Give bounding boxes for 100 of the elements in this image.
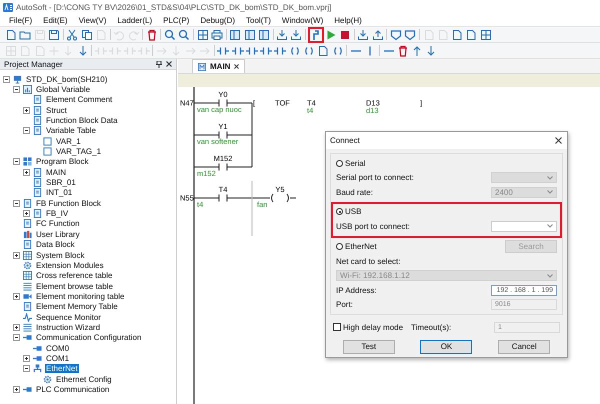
close-icon[interactable] xyxy=(555,137,562,144)
search-icon[interactable] xyxy=(178,28,190,40)
tree-toggle-icon[interactable] xyxy=(23,354,30,362)
tree-item[interactable]: PLC Communication xyxy=(35,384,110,394)
tree-item[interactable]: FC Function xyxy=(35,219,81,228)
tree-item[interactable]: Element monitoring table xyxy=(35,292,126,301)
dialog-button[interactable]: Cancel xyxy=(498,340,550,354)
pin-icon[interactable] xyxy=(156,60,162,68)
tree-item[interactable]: Struct xyxy=(45,106,68,115)
editor-tab[interactable]: MAIN xyxy=(192,59,246,73)
menu-item[interactable]: Window(W) xyxy=(282,16,324,24)
menu-item[interactable]: File(F) xyxy=(9,16,32,24)
upload-icon[interactable] xyxy=(372,28,384,40)
tree-item[interactable]: Extension Modules xyxy=(35,260,105,270)
panel-icon[interactable] xyxy=(258,28,270,40)
stop-icon[interactable] xyxy=(339,28,352,40)
tree-item[interactable]: Data Block xyxy=(35,240,76,250)
menu-item[interactable]: PLC(P) xyxy=(163,16,190,24)
monitor-icon[interactable] xyxy=(404,28,416,40)
menu-item[interactable]: Ladder(L) xyxy=(117,16,152,24)
tree-item[interactable]: COM1 xyxy=(45,354,70,363)
radio-button[interactable] xyxy=(336,243,343,250)
checkbox[interactable] xyxy=(333,323,341,332)
folder-icon[interactable] xyxy=(19,28,32,40)
contact-icon[interactable] xyxy=(274,44,286,56)
download-icon[interactable] xyxy=(276,28,288,40)
menu-item[interactable]: View(V) xyxy=(78,16,106,24)
tree-item[interactable]: Function Block Data xyxy=(45,116,119,126)
coil-icon[interactable] xyxy=(303,44,316,56)
tree-item[interactable]: Global Variable xyxy=(35,85,92,94)
arrow-down-icon[interactable] xyxy=(76,44,89,56)
tree-toggle-icon[interactable] xyxy=(23,210,30,218)
tree-toggle-icon[interactable] xyxy=(13,386,20,393)
panel-icon[interactable] xyxy=(244,28,256,40)
tree-toggle-icon[interactable] xyxy=(23,106,30,114)
tree-item[interactable]: System Block xyxy=(35,250,86,260)
tree-toggle-icon[interactable] xyxy=(3,76,10,83)
grid-icon[interactable] xyxy=(480,28,492,40)
tree-item[interactable]: EtherNet xyxy=(45,364,79,374)
tree-toggle-icon[interactable] xyxy=(13,292,20,300)
tree-item[interactable]: Variable Table xyxy=(45,126,97,136)
tree-item[interactable]: Ethernet Config xyxy=(55,374,113,384)
page-icon[interactable] xyxy=(317,44,330,56)
download-icon[interactable] xyxy=(290,28,302,40)
page-icon[interactable] xyxy=(465,28,478,40)
tree-item[interactable]: Program Block xyxy=(35,157,90,166)
printer-icon[interactable] xyxy=(211,28,223,40)
tree-toggle-icon[interactable] xyxy=(23,365,30,372)
page-icon[interactable] xyxy=(451,28,464,40)
page-icon[interactable] xyxy=(5,28,18,40)
tree-toggle-icon[interactable] xyxy=(23,168,30,176)
tree-toggle-icon[interactable] xyxy=(13,200,20,207)
radio-button[interactable] xyxy=(336,160,343,167)
floppy-icon[interactable] xyxy=(48,28,60,40)
coil-icon[interactable] xyxy=(288,44,301,56)
copy-icon[interactable] xyxy=(80,28,93,40)
tree-toggle-icon[interactable] xyxy=(13,158,20,166)
tree-item[interactable]: Sequence Monitor xyxy=(35,312,102,322)
radio-button[interactable] xyxy=(336,208,343,216)
menu-item[interactable]: Tool(T) xyxy=(246,16,271,24)
menu-item[interactable]: Debug(D) xyxy=(200,16,236,24)
contact-icon[interactable] xyxy=(246,44,258,56)
tree-item[interactable]: Instruction Wizard xyxy=(35,322,102,332)
coil-icon[interactable] xyxy=(332,44,344,56)
tree-toggle-icon[interactable] xyxy=(23,127,30,134)
tree-toggle-icon[interactable] xyxy=(13,252,20,259)
tree-item[interactable]: INT_01 xyxy=(45,188,74,198)
contact-icon[interactable] xyxy=(232,44,244,56)
close-icon[interactable] xyxy=(166,61,172,67)
close-icon[interactable] xyxy=(234,64,240,69)
download-icon[interactable] xyxy=(357,28,370,40)
tree-item[interactable]: Communication Configuration xyxy=(35,333,142,342)
tree-item[interactable]: Element Memory Table xyxy=(35,302,119,312)
tree-item[interactable]: SBR_01 xyxy=(45,178,77,188)
dialog-button[interactable]: OK xyxy=(420,340,472,354)
tree-item[interactable]: MAIN xyxy=(45,168,67,177)
tree-item[interactable]: User Library xyxy=(35,230,81,239)
tree-item[interactable]: Element browse table xyxy=(35,282,114,291)
grid-icon[interactable] xyxy=(196,28,209,40)
search-icon[interactable] xyxy=(164,28,176,40)
tree-toggle-icon[interactable] xyxy=(13,86,20,94)
tree-item[interactable]: VAR_1 xyxy=(55,136,82,146)
tree-item[interactable]: STD_DK_bom(SH210) xyxy=(25,74,108,84)
menu-item[interactable]: Help(H) xyxy=(334,16,362,24)
tree-toggle-icon[interactable] xyxy=(13,324,20,331)
tree-item[interactable]: FB Function Block xyxy=(35,198,102,208)
tree-toggle-icon[interactable] xyxy=(13,334,20,342)
monitor-icon[interactable] xyxy=(390,28,402,40)
panel-icon[interactable] xyxy=(229,28,242,40)
contact-icon[interactable] xyxy=(260,44,272,56)
tree-item[interactable]: VAR_TAG_1 xyxy=(55,147,102,156)
menu-item[interactable]: Edit(E) xyxy=(43,16,68,24)
trash-icon[interactable] xyxy=(146,28,158,40)
trash-icon[interactable] xyxy=(396,44,409,56)
tree-item[interactable]: COM0 xyxy=(45,344,70,353)
scissors-icon[interactable] xyxy=(66,28,78,40)
tree-item[interactable]: Element Comment xyxy=(45,95,114,104)
tree-item[interactable]: FB_IV xyxy=(45,209,70,218)
arrow-down-icon[interactable] xyxy=(425,44,438,56)
tree-item[interactable]: Cross reference table xyxy=(35,271,114,280)
